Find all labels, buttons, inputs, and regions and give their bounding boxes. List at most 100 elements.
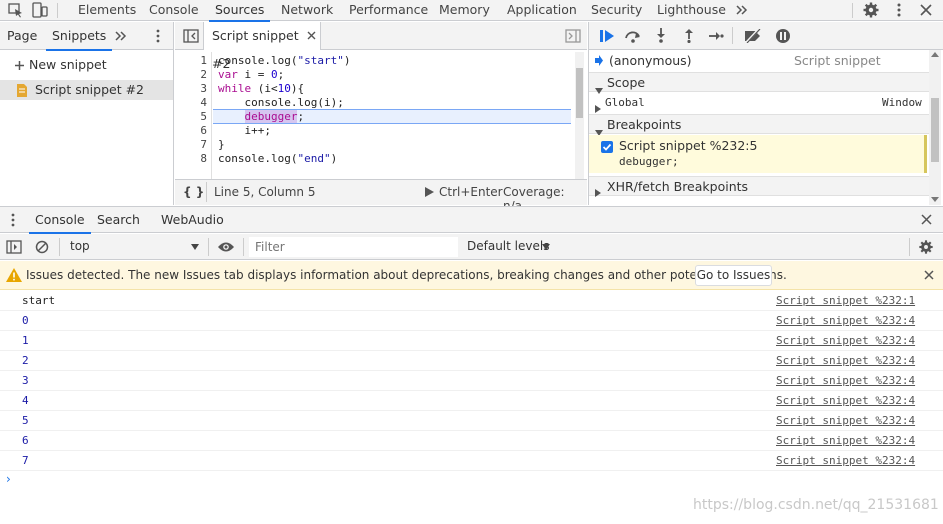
more-tabs-chevron-icon[interactable] [733, 2, 751, 18]
tab-lighthouse[interactable]: Lighthouse [657, 0, 726, 21]
message-number: 2 [22, 354, 29, 367]
close-tab-icon[interactable] [307, 31, 316, 40]
settings-gear-icon[interactable] [862, 2, 880, 18]
scope-global-label: Global [605, 96, 645, 109]
nav-tab-snippets[interactable]: Snippets [45, 22, 113, 51]
code-line: debugger; [244, 110, 305, 123]
deactivate-breakpoints-icon[interactable] [744, 29, 762, 43]
breakpoint-checkbox[interactable] [601, 141, 613, 153]
breakpoint-code: debugger; [619, 155, 679, 168]
xhr-breakpoints-section-header[interactable]: XHR/fetch Breakpoints [589, 176, 929, 197]
log-levels-selector[interactable]: Default levels [465, 234, 565, 259]
toolbar-divider [852, 3, 853, 18]
console-message: 5 Script snippet %232:4 [0, 411, 943, 431]
expand-xhr-icon [595, 182, 601, 201]
resume-icon[interactable] [599, 29, 615, 43]
pause-on-exceptions-icon[interactable] [775, 28, 791, 44]
tab-elements[interactable]: Elements [78, 0, 136, 21]
breakpoints-header-label: Breakpoints [607, 117, 682, 132]
more-nav-tabs-icon[interactable] [114, 29, 128, 43]
step-into-icon[interactable] [655, 28, 667, 43]
line-number[interactable]: 3 [200, 82, 207, 96]
message-source-link[interactable]: Script snippet %232:4 [776, 454, 915, 467]
tab-console[interactable]: Console [149, 0, 199, 21]
new-snippet-button[interactable]: New snippet [14, 56, 107, 74]
message-number: 1 [22, 334, 29, 347]
clear-console-icon[interactable] [35, 240, 49, 254]
scroll-up-icon[interactable] [931, 52, 939, 57]
tab-security[interactable]: Security [591, 0, 642, 21]
debugger-scrollbar-thumb[interactable] [931, 98, 939, 162]
call-frame-row[interactable]: (anonymous) Script snippet %232:5 [589, 52, 929, 86]
message-source-link[interactable]: Script snippet %232:4 [776, 434, 915, 447]
close-devtools-icon[interactable] [917, 2, 935, 18]
console-message: 4 Script snippet %232:4 [0, 391, 943, 411]
live-expression-eye-icon[interactable] [217, 241, 235, 253]
tab-sources[interactable]: Sources [208, 0, 271, 22]
debugger-scrollbar[interactable] [929, 50, 941, 205]
step-over-icon[interactable] [624, 29, 642, 43]
line-number[interactable]: 2 [200, 68, 207, 82]
drawer-tab-webaudio[interactable]: WebAudio [161, 207, 224, 233]
tab-network[interactable]: Network [281, 0, 333, 21]
show-console-sidebar-icon[interactable] [6, 240, 22, 254]
line-number[interactable]: 5 [200, 110, 207, 124]
line-number[interactable]: 6 [200, 124, 207, 138]
drawer-tabs: Console Search WebAudio [0, 206, 943, 234]
tab-memory[interactable]: Memory [439, 0, 490, 21]
scroll-down-icon[interactable] [931, 197, 939, 202]
console-prompt-icon[interactable]: › [6, 472, 11, 486]
code-line: } [218, 138, 225, 151]
tab-application[interactable]: Application [507, 0, 577, 21]
inspect-element-icon[interactable] [7, 2, 25, 18]
message-number: 4 [22, 394, 29, 407]
message-source-link[interactable]: Script snippet %232:4 [776, 374, 915, 387]
message-source-link[interactable]: Script snippet %232:4 [776, 414, 915, 427]
status-divider [206, 182, 207, 202]
nav-tab-page[interactable]: Page [7, 22, 37, 50]
drawer-menu-icon[interactable] [8, 213, 18, 227]
code-area[interactable]: 1 2 3 4 5 6 7 8 console.log("start") var… [175, 52, 587, 179]
editor-scrollbar-thumb[interactable] [576, 68, 583, 118]
line-number[interactable]: 4 [200, 96, 207, 110]
breakpoints-section-header[interactable]: Breakpoints [589, 114, 929, 136]
message-source-link[interactable]: Script snippet %232:4 [776, 394, 915, 407]
scope-section-header[interactable]: Scope [589, 72, 929, 94]
navigator-menu-icon[interactable] [153, 29, 163, 43]
breakpoint-entry[interactable]: Script snippet %232:5 debugger; [589, 135, 927, 173]
snippet-item[interactable]: Script snippet #2 [0, 80, 173, 100]
drawer-tab-console[interactable]: Console [29, 207, 91, 234]
console-settings-gear-icon[interactable] [918, 239, 934, 255]
toggle-navigator-icon[interactable] [183, 29, 199, 43]
message-source-link[interactable]: Script snippet %232:4 [776, 354, 915, 367]
editor-tab-snippet[interactable]: Script snippet #2 [204, 22, 321, 71]
editor-scrollbar[interactable] [575, 52, 584, 179]
go-to-issues-button[interactable]: Go to Issues [695, 265, 772, 286]
message-source-link[interactable]: Script snippet %232:4 [776, 334, 915, 347]
run-shortcut-label[interactable]: Ctrl+Enter [439, 185, 503, 199]
line-number[interactable]: 8 [200, 152, 207, 166]
editor-status-bar: { } Line 5, Column 5 Ctrl+Enter Coverage… [175, 179, 587, 213]
run-snippet-icon[interactable] [425, 187, 434, 197]
line-number[interactable]: 7 [200, 138, 207, 152]
scope-global-row[interactable]: Global Window [589, 94, 929, 113]
tab-performance[interactable]: Performance [349, 0, 428, 21]
dismiss-issues-icon[interactable] [924, 270, 934, 280]
line-number[interactable]: 1 [200, 54, 207, 68]
pretty-print-icon[interactable]: { } [183, 185, 204, 199]
toggle-debugger-sidebar-icon[interactable] [565, 29, 581, 43]
line-gutter[interactable]: 1 2 3 4 5 6 7 8 [175, 52, 212, 179]
context-selector[interactable]: top [64, 234, 204, 259]
console-filter-input[interactable] [249, 237, 458, 257]
step-out-icon[interactable] [683, 28, 695, 43]
message-source-link[interactable]: Script snippet %232:4 [776, 314, 915, 327]
current-frame-arrow-icon [595, 55, 603, 66]
console-input[interactable] [20, 470, 720, 488]
customize-menu-icon[interactable] [890, 2, 908, 18]
message-source-link[interactable]: Script snippet %232:1 [776, 294, 915, 307]
drawer-tab-search[interactable]: Search [97, 207, 140, 233]
step-icon[interactable] [708, 29, 724, 43]
device-toggle-icon[interactable] [31, 2, 49, 18]
code-token: 0 [271, 68, 278, 81]
close-drawer-icon[interactable] [921, 214, 932, 225]
